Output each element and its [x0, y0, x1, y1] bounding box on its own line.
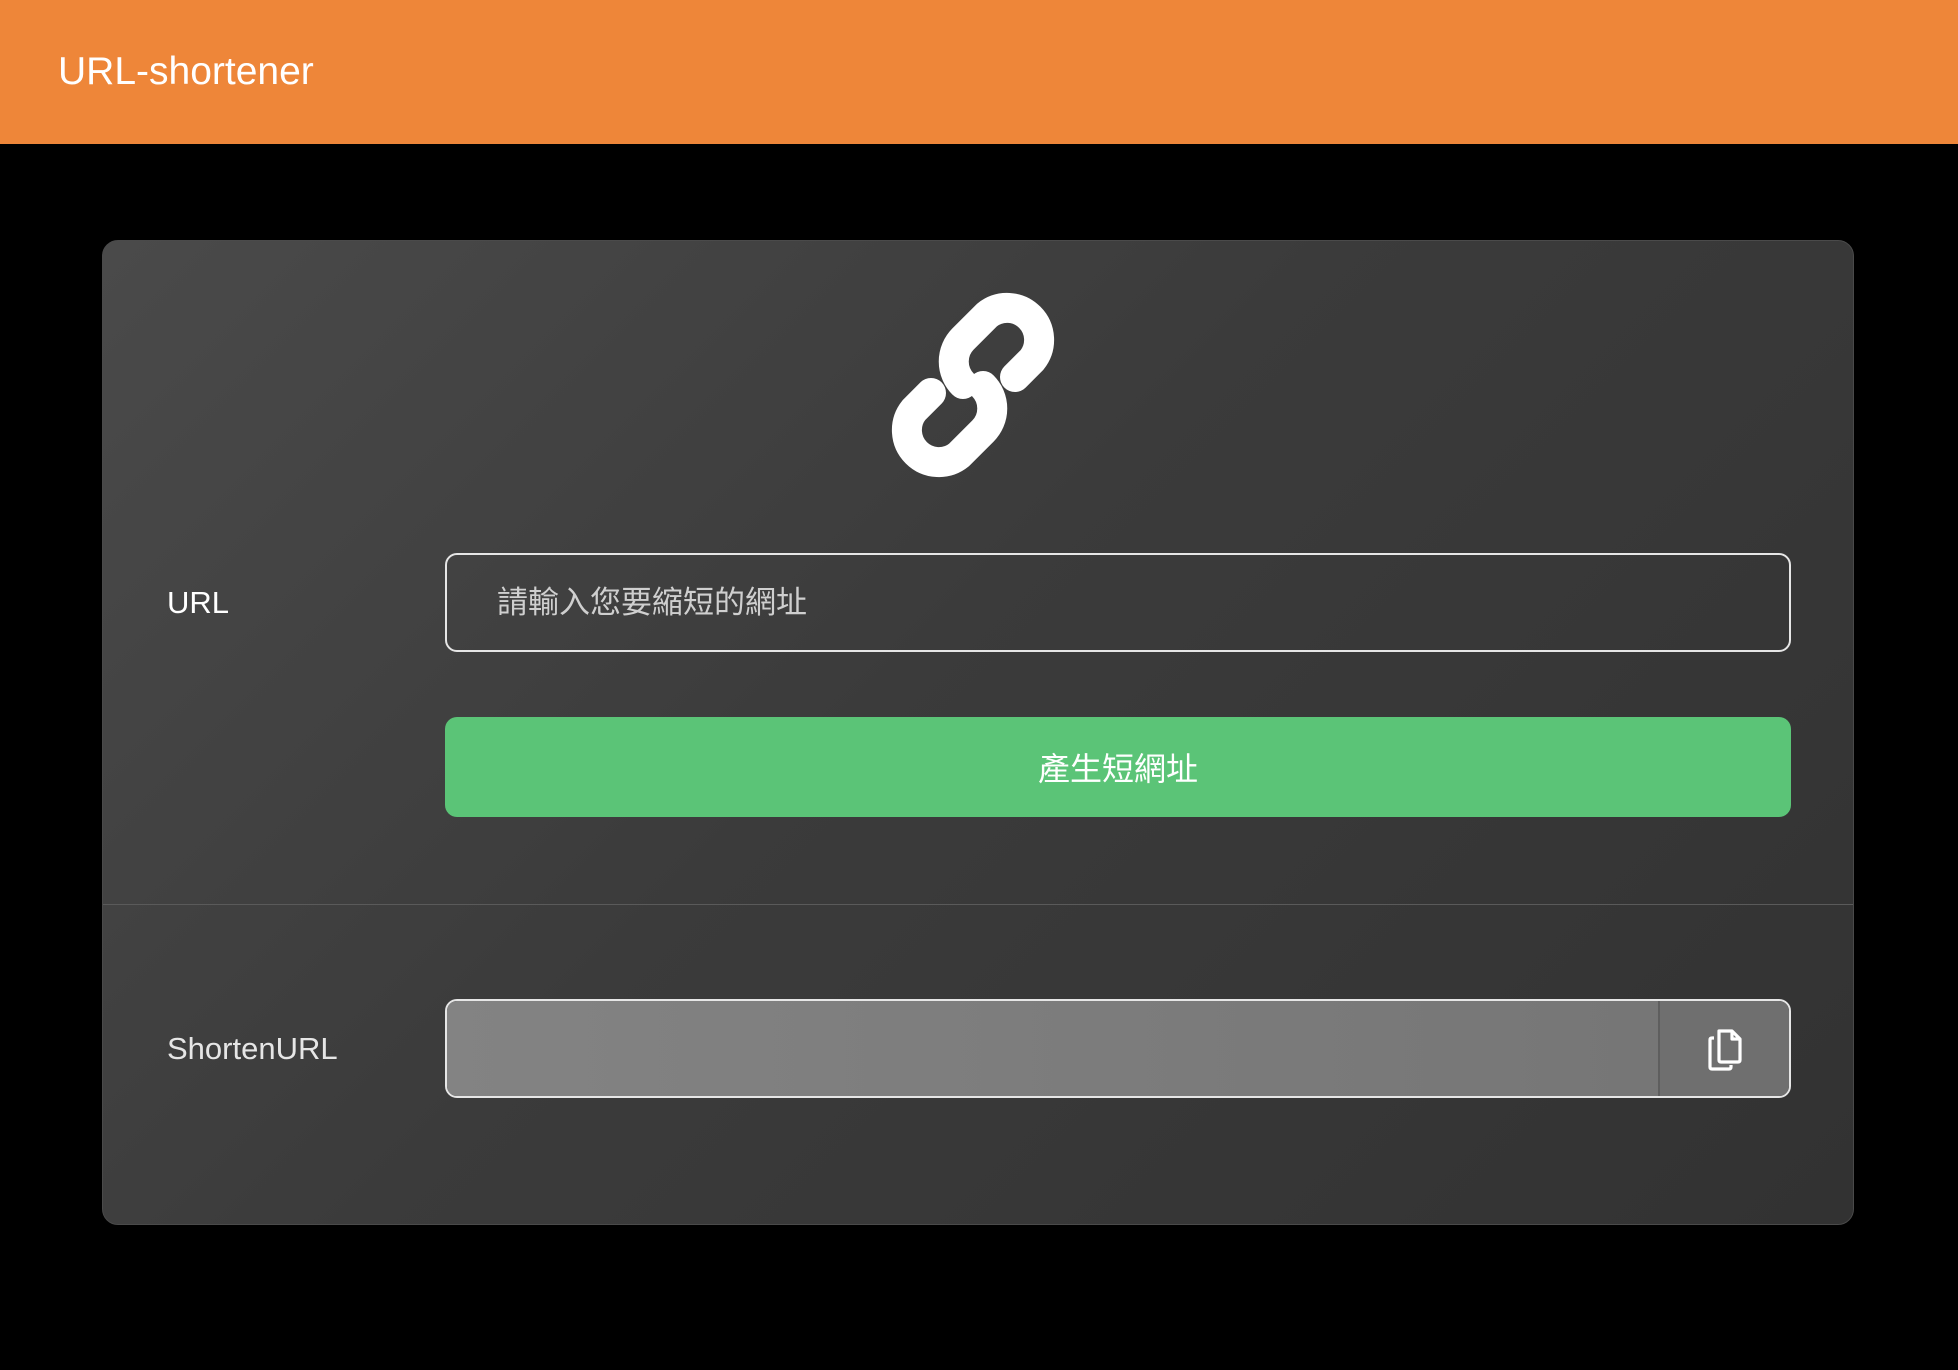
- url-label: URL: [167, 585, 230, 620]
- url-input[interactable]: [445, 553, 1791, 652]
- link-icon: [891, 292, 1055, 478]
- shorten-url-label: ShortenURL: [167, 1031, 338, 1066]
- divider: [103, 904, 1853, 905]
- generate-short-url-button[interactable]: 產生短網址: [445, 717, 1791, 817]
- copy-button[interactable]: [1658, 1001, 1789, 1096]
- navbar: URL-shortener: [0, 0, 1958, 144]
- brand-title[interactable]: URL-shortener: [58, 48, 314, 96]
- shorten-url-output[interactable]: [447, 1001, 1658, 1096]
- shorten-url-group: [445, 999, 1791, 1098]
- copy-icon: [1707, 1028, 1742, 1071]
- shortener-card: URL 產生短網址 ShortenURL: [102, 240, 1854, 1225]
